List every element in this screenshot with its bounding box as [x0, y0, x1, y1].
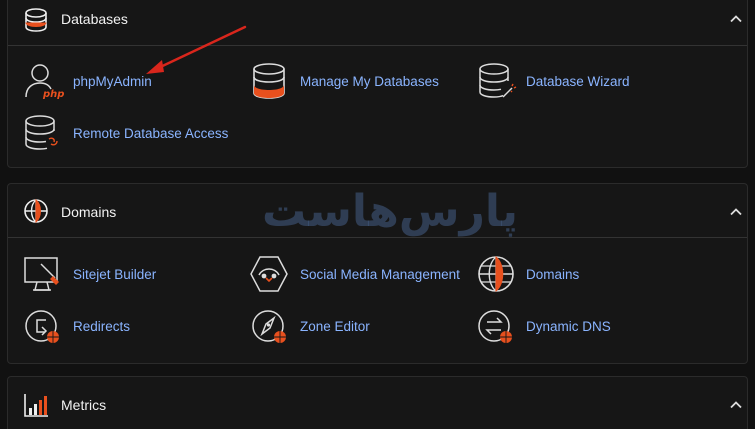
php-badge-text: php	[42, 89, 64, 100]
remote-database-icon	[23, 113, 65, 155]
zone-editor-icon	[250, 306, 292, 348]
section-title-domains: Domains	[61, 204, 117, 220]
item-label: Database Wizard	[526, 74, 630, 89]
item-remote-database-access[interactable]: Remote Database Access	[23, 113, 253, 157]
item-redirects[interactable]: Redirects	[23, 306, 253, 350]
manage-databases-icon	[250, 61, 292, 103]
metrics-header[interactable]: Metrics	[8, 377, 747, 429]
item-label: Manage My Databases	[300, 74, 439, 89]
dynamic-dns-icon	[476, 306, 518, 348]
item-label: Domains	[526, 267, 580, 282]
domains-globe-icon	[476, 254, 518, 296]
database-wizard-icon	[476, 61, 518, 103]
metrics-panel: Metrics	[7, 376, 748, 429]
item-label: Social Media Management	[300, 267, 460, 282]
database-icon	[23, 7, 49, 33]
chevron-up-icon[interactable]	[729, 398, 743, 412]
item-label: Sitejet Builder	[73, 267, 157, 282]
globe-icon	[23, 198, 49, 224]
section-title-metrics: Metrics	[61, 397, 107, 413]
item-label: Zone Editor	[300, 319, 370, 334]
sitejet-icon	[23, 254, 65, 296]
item-label: Remote Database Access	[73, 126, 229, 141]
section-title-databases: Databases	[61, 11, 128, 27]
item-database-wizard[interactable]: Database Wizard	[476, 61, 706, 105]
item-sitejet-builder[interactable]: Sitejet Builder	[23, 254, 253, 298]
chevron-up-icon[interactable]	[729, 12, 743, 26]
social-media-icon	[250, 254, 292, 296]
item-label: Dynamic DNS	[526, 319, 611, 334]
item-label: Redirects	[73, 319, 131, 334]
bar-chart-icon	[23, 392, 49, 418]
item-dynamic-dns[interactable]: Dynamic DNS	[476, 306, 706, 350]
item-phpmyadmin[interactable]: php phpMyAdmin	[23, 61, 253, 105]
item-zone-editor[interactable]: Zone Editor	[250, 306, 480, 350]
item-label: phpMyAdmin	[73, 74, 152, 89]
item-social-media-management[interactable]: Social Media Management	[250, 254, 480, 298]
databases-header[interactable]: Databases	[8, 0, 747, 46]
item-manage-my-databases[interactable]: Manage My Databases	[250, 61, 480, 105]
redirects-icon	[23, 306, 65, 348]
item-domains[interactable]: Domains	[476, 254, 706, 298]
chevron-up-icon[interactable]	[729, 205, 743, 219]
phpmyadmin-icon: php	[23, 61, 65, 103]
domains-header[interactable]: Domains	[8, 184, 747, 238]
